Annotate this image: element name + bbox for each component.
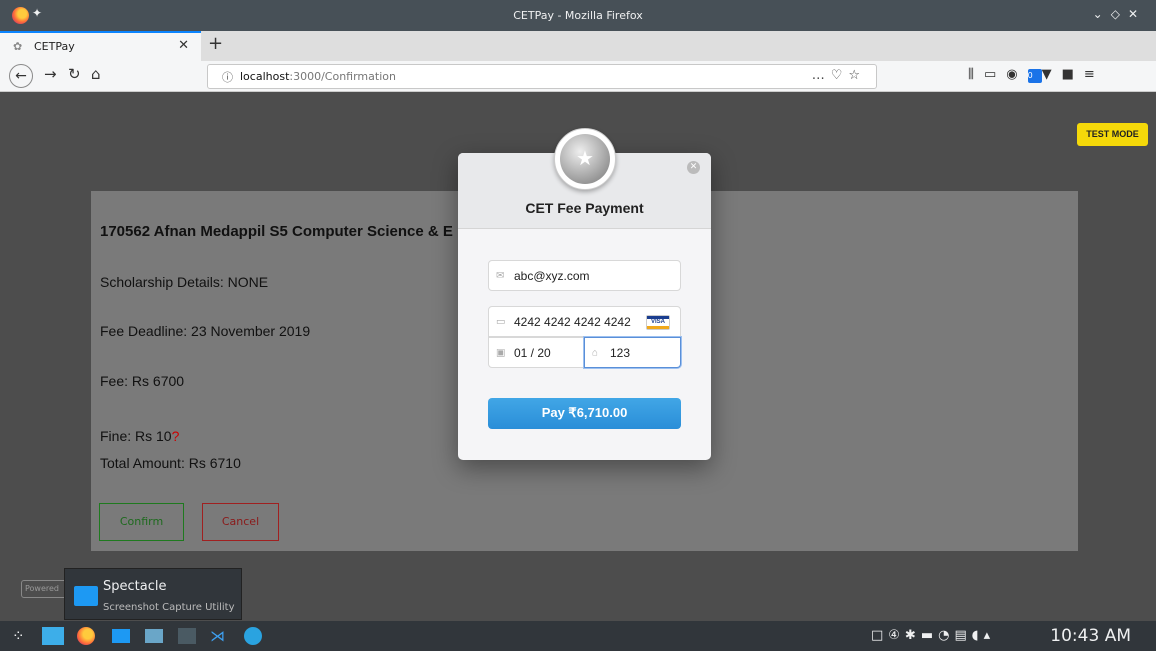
visa-icon: VISA: [646, 315, 670, 330]
spectacle-icon: [74, 586, 98, 606]
mail-icon: ✉: [496, 270, 505, 281]
calendar-icon: ▣: [496, 347, 506, 358]
page-content: TEST MODE 170562 Afnan Medappil S5 Compu…: [0, 93, 1156, 621]
home-icon[interactable]: ⌂: [91, 65, 101, 83]
card-icon: ▭: [496, 316, 506, 327]
scholarship-details: Scholarship Details: NONE: [100, 274, 269, 290]
cancel-button[interactable]: Cancel: [202, 503, 279, 541]
reload-icon[interactable]: ↻: [68, 65, 81, 83]
confirm-button[interactable]: Confirm: [99, 503, 184, 541]
cvc-field[interactable]: ⌂ 123: [584, 337, 681, 368]
library-icon[interactable]: ⫼: [968, 67, 984, 82]
window-titlebar: ✦ CETPay - Mozilla Firefox ⌄◇✕: [0, 0, 1156, 31]
clock[interactable]: 10:43 AM: [1050, 626, 1131, 646]
fine-text: Fine: Rs 10: [100, 428, 172, 444]
desktop-pager[interactable]: [42, 627, 64, 645]
menu-icon[interactable]: ≡: [1084, 67, 1105, 82]
terminal-icon[interactable]: [178, 628, 196, 644]
url-text[interactable]: localhost:3000/Confirmation: [240, 70, 396, 83]
spectacle-task-icon[interactable]: [145, 629, 163, 643]
total-amount: Total Amount: Rs 6710: [100, 455, 241, 471]
tab-cetpay[interactable]: ✿ CETPay ✕: [0, 31, 201, 61]
url-path: :3000/Confirmation: [289, 70, 396, 83]
account-icon[interactable]: ◉: [1006, 67, 1027, 82]
card-number-value: 4242 4242 4242 4242: [514, 314, 631, 329]
vscode-icon[interactable]: ⋊: [210, 627, 228, 645]
student-name: 170562 Afnan Medappil S5 Computer Scienc…: [100, 223, 453, 240]
close-tab-icon[interactable]: ✕: [178, 38, 189, 53]
expiry-value: 01 / 20: [514, 345, 551, 360]
file-manager-icon[interactable]: [112, 629, 130, 643]
spectacle-tooltip: Spectacle Screenshot Capture Utility: [64, 568, 242, 620]
system-tray[interactable]: □④✱▬◔▤◖▴: [871, 628, 995, 643]
addon-icon[interactable]: ■: [1062, 67, 1084, 82]
nav-toolbar: ← → ↻ ⌂ ⓘ localhost:3000/Confirmation …♡…: [0, 61, 1156, 92]
close-icon[interactable]: ✕: [687, 161, 700, 174]
vpn-icon[interactable]: ▼: [1042, 67, 1062, 82]
url-tools[interactable]: …♡☆: [812, 68, 866, 83]
fee-deadline: Fee Deadline: 23 November 2019: [100, 323, 311, 339]
window-controls[interactable]: ⌄◇✕: [1093, 7, 1146, 21]
checkout-modal: CET Fee Payment ✕ ★ ✉ abc@xyz.com ▭ 4242…: [458, 128, 711, 460]
card-number-field[interactable]: ▭ 4242 4242 4242 4242 VISA: [488, 306, 681, 337]
window-title: CETPay - Mozilla Firefox: [513, 9, 643, 22]
checkout-title: CET Fee Payment: [525, 200, 644, 216]
taskbar: ⁘ ⋊ □④✱▬◔▤◖▴ 10:43 AM: [0, 621, 1156, 651]
powered-by-badge[interactable]: Powered: [21, 580, 69, 598]
test-mode-badge: TEST MODE: [1077, 123, 1148, 146]
expiry-field[interactable]: ▣ 01 / 20: [488, 337, 585, 368]
pay-button[interactable]: Pay ₹6,710.00: [488, 398, 681, 429]
fee-amount: Fee: Rs 6700: [100, 373, 185, 389]
cvc-value: 123: [610, 345, 631, 360]
fine-help-link[interactable]: ?: [172, 428, 180, 444]
app-launcher-icon[interactable]: ⁘: [12, 627, 30, 645]
merchant-logo: ★: [554, 128, 616, 190]
toolbar-right: ⫼▭◉0▼■≡: [968, 67, 1105, 83]
new-tab-icon[interactable]: +: [208, 33, 223, 54]
tooltip-app-description: Screenshot Capture Utility: [103, 602, 235, 613]
forward-icon[interactable]: →: [44, 65, 57, 83]
more-icon[interactable]: …: [812, 68, 831, 83]
info-icon[interactable]: ⓘ: [222, 69, 233, 85]
sidebar-icon[interactable]: ▭: [984, 67, 1006, 82]
telegram-icon[interactable]: [244, 627, 262, 645]
pocket-icon[interactable]: ♡: [831, 68, 849, 83]
url-host: localhost: [240, 70, 290, 83]
tab-strip: ✿ CETPay ✕ +: [0, 31, 1156, 61]
lock-icon: ⌂: [592, 347, 599, 358]
firefox-task-icon[interactable]: [77, 627, 95, 645]
extension-icon[interactable]: 0: [1027, 69, 1042, 83]
tab-label: CETPay: [34, 40, 75, 53]
email-value: abc@xyz.com: [514, 268, 590, 283]
tooltip-app-name: Spectacle: [103, 579, 167, 594]
fine-amount: Fine: Rs 10?: [100, 428, 179, 444]
logo-emblem: ★: [560, 134, 610, 184]
url-bar[interactable]: ⓘ localhost:3000/Confirmation …♡☆: [207, 64, 877, 89]
bookmark-star-icon[interactable]: ☆: [848, 68, 866, 83]
back-icon[interactable]: ←: [9, 64, 33, 88]
email-field[interactable]: ✉ abc@xyz.com: [488, 260, 681, 291]
visa-label: VISA: [650, 319, 665, 325]
favicon-icon: ✿: [13, 40, 23, 53]
